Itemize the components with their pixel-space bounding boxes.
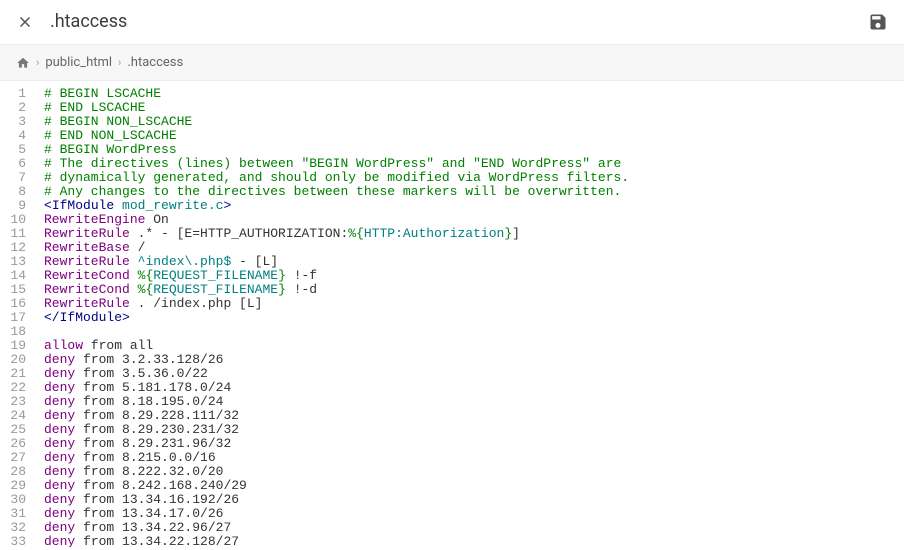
code-area[interactable]: # BEGIN LSCACHE# END LSCACHE# BEGIN NON_… — [36, 81, 904, 547]
save-button[interactable] — [868, 12, 888, 32]
line-number: 32 — [6, 521, 26, 535]
line-number: 11 — [6, 227, 26, 241]
line-number: 8 — [6, 185, 26, 199]
code-line[interactable]: deny from 3.5.36.0/22 — [44, 367, 904, 381]
line-number: 6 — [6, 157, 26, 171]
line-number: 20 — [6, 353, 26, 367]
save-icon — [868, 12, 888, 32]
line-number: 12 — [6, 241, 26, 255]
code-line[interactable]: deny from 8.242.168.240/29 — [44, 479, 904, 493]
close-button[interactable] — [16, 13, 34, 31]
code-line[interactable]: deny from 5.181.178.0/24 — [44, 381, 904, 395]
line-number: 2 — [6, 101, 26, 115]
line-number: 3 — [6, 115, 26, 129]
breadcrumb-item: .htaccess — [127, 55, 183, 70]
code-line[interactable]: deny from 3.2.33.128/26 — [44, 353, 904, 367]
code-line[interactable]: # dynamically generated, and should only… — [44, 171, 904, 185]
code-line[interactable]: deny from 8.29.230.231/32 — [44, 423, 904, 437]
line-number: 4 — [6, 129, 26, 143]
line-number: 24 — [6, 409, 26, 423]
line-number: 19 — [6, 339, 26, 353]
code-line[interactable]: <IfModule mod_rewrite.c> — [44, 199, 904, 213]
code-line[interactable]: # BEGIN WordPress — [44, 143, 904, 157]
line-number: 25 — [6, 423, 26, 437]
chevron-right-icon: › — [36, 56, 39, 69]
home-icon[interactable] — [16, 56, 30, 70]
line-number: 9 — [6, 199, 26, 213]
filename-title: .htaccess — [50, 11, 127, 32]
line-number: 28 — [6, 465, 26, 479]
code-line[interactable]: deny from 8.222.32.0/20 — [44, 465, 904, 479]
line-number: 29 — [6, 479, 26, 493]
line-number: 15 — [6, 283, 26, 297]
code-line[interactable]: allow from all — [44, 339, 904, 353]
code-line[interactable]: RewriteRule . /index.php [L] — [44, 297, 904, 311]
editor-header: .htaccess — [0, 0, 904, 44]
code-line[interactable]: deny from 8.18.195.0/24 — [44, 395, 904, 409]
line-number: 13 — [6, 255, 26, 269]
code-line[interactable]: deny from 8.215.0.0/16 — [44, 451, 904, 465]
code-line[interactable]: </IfModule> — [44, 311, 904, 325]
code-line[interactable]: RewriteCond %{REQUEST_FILENAME} !-d — [44, 283, 904, 297]
code-line[interactable]: deny from 8.29.231.96/32 — [44, 437, 904, 451]
line-number: 21 — [6, 367, 26, 381]
code-line[interactable]: # BEGIN LSCACHE — [44, 87, 904, 101]
code-line[interactable]: RewriteCond %{REQUEST_FILENAME} !-f — [44, 269, 904, 283]
line-number: 1 — [6, 87, 26, 101]
line-number: 22 — [6, 381, 26, 395]
code-line[interactable]: # BEGIN NON_LSCACHE — [44, 115, 904, 129]
code-line[interactable]: deny from 8.29.228.111/32 — [44, 409, 904, 423]
code-line[interactable]: # The directives (lines) between "BEGIN … — [44, 157, 904, 171]
line-number: 31 — [6, 507, 26, 521]
code-line[interactable]: deny from 13.34.22.96/27 — [44, 521, 904, 535]
line-number: 26 — [6, 437, 26, 451]
header-left: .htaccess — [16, 11, 127, 32]
line-number: 14 — [6, 269, 26, 283]
line-number: 5 — [6, 143, 26, 157]
code-line[interactable]: RewriteBase / — [44, 241, 904, 255]
chevron-right-icon: › — [118, 56, 121, 69]
code-line[interactable]: deny from 13.34.22.128/27 — [44, 535, 904, 547]
line-number: 18 — [6, 325, 26, 339]
code-line[interactable]: # Any changes to the directives between … — [44, 185, 904, 199]
line-number: 17 — [6, 311, 26, 325]
line-number: 16 — [6, 297, 26, 311]
line-gutter: 1234567891011121314151617181920212223242… — [0, 81, 36, 547]
breadcrumb: › public_html › .htaccess — [0, 44, 904, 81]
line-number: 10 — [6, 213, 26, 227]
line-number: 30 — [6, 493, 26, 507]
line-number: 33 — [6, 535, 26, 547]
code-line[interactable]: RewriteEngine On — [44, 213, 904, 227]
line-number: 7 — [6, 171, 26, 185]
breadcrumb-item[interactable]: public_html — [45, 55, 112, 70]
line-number: 27 — [6, 451, 26, 465]
code-line[interactable]: RewriteRule ^index\.php$ - [L] — [44, 255, 904, 269]
code-line[interactable] — [44, 325, 904, 339]
code-line[interactable]: # END NON_LSCACHE — [44, 129, 904, 143]
code-line[interactable]: deny from 13.34.16.192/26 — [44, 493, 904, 507]
line-number: 23 — [6, 395, 26, 409]
code-line[interactable]: RewriteRule .* - [E=HTTP_AUTHORIZATION:%… — [44, 227, 904, 241]
code-editor[interactable]: 1234567891011121314151617181920212223242… — [0, 81, 904, 547]
code-line[interactable]: # END LSCACHE — [44, 101, 904, 115]
code-line[interactable]: deny from 13.34.17.0/26 — [44, 507, 904, 521]
close-icon — [16, 13, 34, 31]
